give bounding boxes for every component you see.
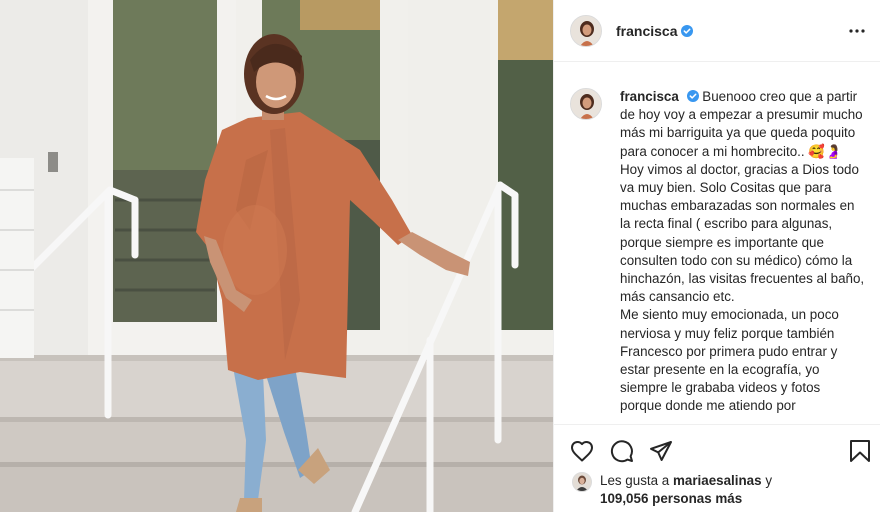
photo-illustration <box>0 0 553 512</box>
likes-joiner: y <box>765 473 773 488</box>
actions-bar: Les gusta a mariaesalinas y 109,056 pers… <box>554 424 880 512</box>
likes-suffix: personas más <box>652 491 743 506</box>
caption-paragraph-3: Me siento muy emocionada, un poco nervio… <box>620 307 839 414</box>
verified-badge-icon <box>681 24 694 37</box>
header-username[interactable]: francisca <box>616 23 677 39</box>
comment-icon[interactable] <box>609 438 635 464</box>
heart-icon[interactable] <box>569 438 595 464</box>
post-photo[interactable] <box>0 0 553 512</box>
post-sidebar: francisca francisca Buenooo creo que a p… <box>553 0 880 512</box>
liker-username[interactable]: mariaesalinas <box>673 473 762 488</box>
caption-username[interactable]: francisca <box>620 89 679 104</box>
more-options-icon[interactable] <box>845 20 869 42</box>
caption-verified-badge-icon <box>686 90 699 102</box>
likes-summary: Les gusta a mariaesalinas y 109,056 pers… <box>572 472 772 508</box>
likes-text: Les gusta a mariaesalinas y 109,056 pers… <box>600 472 772 508</box>
likes-count[interactable]: 109,056 personas más <box>600 491 742 506</box>
avatar[interactable] <box>570 14 602 47</box>
caption-paragraph-2: Hoy vimos al doctor, gracias a Dios todo… <box>620 161 865 305</box>
post-header: francisca <box>554 0 880 62</box>
caption-area: francisca Buenooo creo que a partir de h… <box>554 62 880 424</box>
likes-prefix: Les gusta a <box>600 473 670 488</box>
share-paper-plane-icon[interactable] <box>648 438 674 464</box>
likes-count-number: 109,056 <box>600 491 649 506</box>
caption-avatar[interactable] <box>570 88 602 120</box>
bookmark-icon[interactable] <box>847 438 873 464</box>
caption-text: francisca Buenooo creo que a partir de h… <box>620 88 865 416</box>
liker-avatar[interactable] <box>572 472 592 492</box>
